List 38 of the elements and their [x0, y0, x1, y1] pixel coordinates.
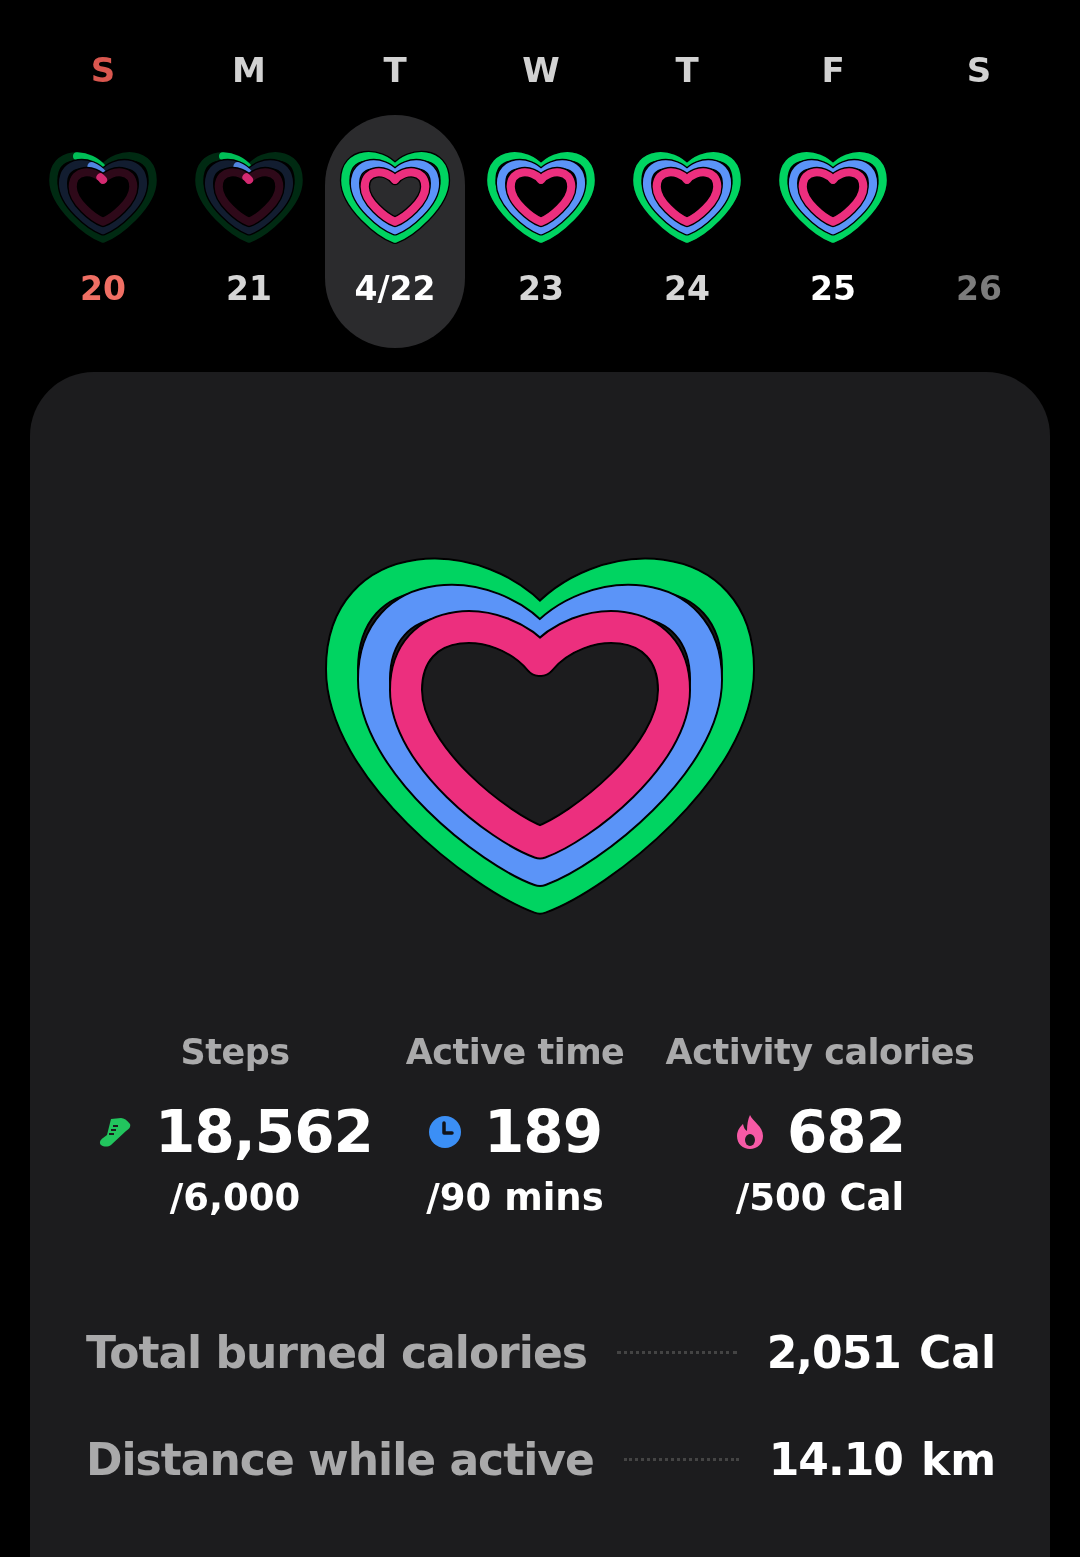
stat-goal: /90 mins: [426, 1176, 604, 1219]
metric-label: Total burned calories: [86, 1327, 587, 1378]
day-tab[interactable]: 24: [617, 115, 757, 348]
stat-goal: /6,000: [169, 1176, 301, 1219]
stat-label: Active time: [405, 1032, 625, 1072]
metric-value: 2,051: [766, 1327, 901, 1378]
flame-icon: [734, 1114, 765, 1150]
weekday-letter: T: [383, 49, 407, 92]
stat-label: Activity calories: [665, 1032, 975, 1072]
date-label: 26: [956, 269, 1002, 308]
weekday-letter: S: [90, 49, 116, 92]
day-tab[interactable]: 23: [471, 115, 611, 348]
stat-goal: /500 Cal: [735, 1176, 905, 1219]
date-label: 4/22: [354, 269, 436, 308]
clock-icon: [427, 1115, 462, 1149]
metric-label: Distance while active: [86, 1434, 594, 1485]
stat-value: 682: [786, 1098, 906, 1166]
day-tab[interactable]: 4/22: [325, 115, 465, 348]
weekday-letter: M: [232, 49, 266, 92]
metric-unit: km: [920, 1434, 996, 1485]
metric-value: 14.10: [768, 1434, 903, 1485]
day-tab[interactable]: 26: [909, 115, 1049, 348]
day-tab[interactable]: 20: [33, 115, 173, 348]
weekday-letter: T: [675, 49, 699, 92]
date-label: 23: [518, 269, 564, 308]
date-label: 25: [810, 269, 856, 308]
date-label: 20: [80, 269, 126, 308]
day-tab[interactable]: 21: [179, 115, 319, 348]
date-label: 24: [664, 269, 710, 308]
stat-value: 18,562: [155, 1098, 373, 1166]
weekday-letter: S: [966, 49, 992, 92]
weekday-letter: F: [821, 49, 845, 92]
stat-label: Steps: [180, 1032, 290, 1072]
weekday-letter: W: [522, 49, 560, 92]
stat-value: 189: [483, 1098, 603, 1166]
date-label: 21: [226, 269, 272, 308]
metric-unit: Cal: [918, 1327, 996, 1378]
day-tab[interactable]: 25: [763, 115, 903, 348]
